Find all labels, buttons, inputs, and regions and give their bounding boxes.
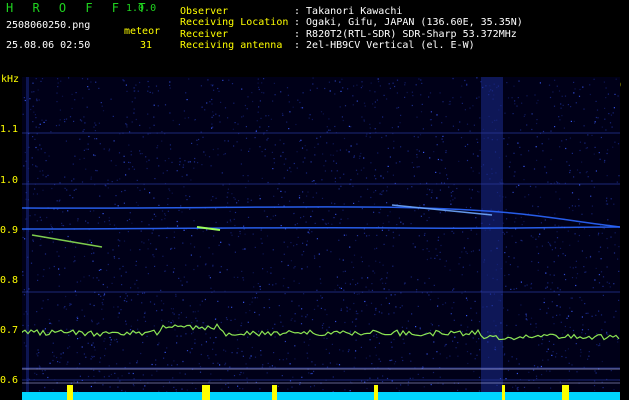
y-tick: 0.9 xyxy=(0,225,19,236)
y-tick: 1.1 xyxy=(0,124,19,135)
activity-spike xyxy=(67,385,73,400)
spectrogram xyxy=(22,77,620,400)
location-label: Receiving Location xyxy=(180,17,289,28)
spectrogram-plot xyxy=(22,77,620,400)
y-tick: 0.7 xyxy=(0,325,19,336)
activity-spike xyxy=(272,385,277,400)
activity-spike xyxy=(202,385,210,400)
baseline-strip xyxy=(22,392,620,400)
meteor-label: meteor xyxy=(124,26,161,37)
y-tick: 0.8 xyxy=(0,275,19,286)
y-tick: 1.0 xyxy=(0,175,19,186)
antenna-value: : 2el-HB9CV Vertical (el. E-W) xyxy=(294,40,475,51)
activity-spike xyxy=(502,385,505,400)
antenna-label: Receiving antenna xyxy=(180,40,283,51)
plot-background xyxy=(22,77,620,400)
activity-spike xyxy=(374,385,378,400)
file-name: 2508060250.png xyxy=(6,20,91,31)
activity-spike xyxy=(562,385,569,400)
left-band xyxy=(26,77,29,400)
app-version: 1.0.0 xyxy=(126,3,157,14)
meteor-count: 31 xyxy=(140,40,153,51)
interference-band xyxy=(481,77,503,400)
y-tick: 0.6 xyxy=(0,375,19,386)
location-value: : Ogaki, Gifu, JAPAN (136.60E, 35.35N) xyxy=(294,17,523,28)
axis-unit: kHz xyxy=(1,74,20,85)
file-datetime: 25.08.06 02:50 xyxy=(6,40,91,51)
